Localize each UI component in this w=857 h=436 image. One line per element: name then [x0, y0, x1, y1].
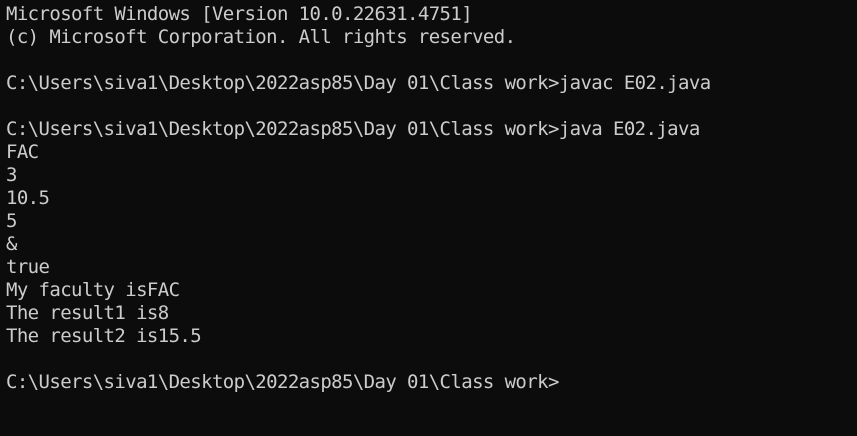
output-line: The result1 is8: [6, 302, 169, 324]
output-line: FAC: [6, 141, 39, 163]
output-line: &: [6, 233, 17, 255]
output-line: The result2 is15.5: [6, 325, 202, 347]
output-line: My faculty isFAC: [6, 279, 180, 301]
copyright-line: (c) Microsoft Corporation. All rights re…: [6, 26, 516, 48]
command-line-java: C:\Users\siva1\Desktop\2022asp85\Day 01\…: [6, 118, 700, 140]
terminal-window[interactable]: Microsoft Windows [Version 10.0.22631.47…: [0, 0, 857, 436]
output-line: 5: [6, 210, 17, 232]
command-prompt[interactable]: C:\Users\siva1\Desktop\2022asp85\Day 01\…: [6, 371, 857, 394]
version-line: Microsoft Windows [Version 10.0.22631.47…: [6, 3, 473, 25]
command-line-javac: C:\Users\siva1\Desktop\2022asp85\Day 01\…: [6, 72, 711, 94]
output-line: 10.5: [6, 187, 50, 209]
output-line: true: [6, 256, 50, 278]
output-line: 3: [6, 164, 17, 186]
